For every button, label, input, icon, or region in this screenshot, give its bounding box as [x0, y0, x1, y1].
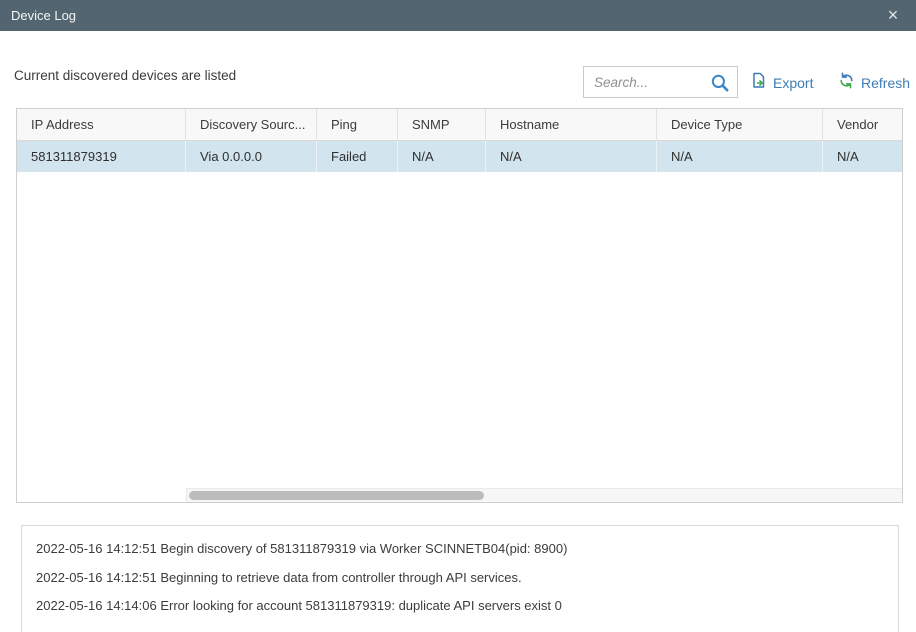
column-header-snmp[interactable]: SNMP — [398, 109, 486, 140]
cell-ping: Failed — [317, 141, 398, 172]
horizontal-scrollbar[interactable] — [186, 488, 902, 502]
table-row[interactable]: 581311879319 Via 0.0.0.0 Failed N/A N/A … — [17, 141, 902, 172]
refresh-button[interactable]: Refresh — [838, 72, 910, 94]
log-line: 2022-05-16 14:12:51 Begin discovery of 5… — [36, 541, 568, 556]
search-icon[interactable] — [710, 73, 730, 93]
refresh-label: Refresh — [861, 75, 911, 91]
column-header-vendor[interactable]: Vendor — [823, 109, 902, 140]
refresh-icon — [838, 72, 855, 94]
export-icon — [751, 72, 767, 94]
table-header-row: IP Address Discovery Sourc... Ping SNMP … — [17, 109, 902, 141]
export-label: Export — [773, 75, 814, 91]
device-log-dialog: Device Log × Current discovered devices … — [0, 0, 916, 632]
subtitle-text: Current discovered devices are listed — [14, 68, 237, 83]
log-line: 2022-05-16 14:12:51 Beginning to retriev… — [36, 569, 522, 585]
column-header-hostname[interactable]: Hostname — [486, 109, 657, 140]
cell-discovery-source: Via 0.0.0.0 — [186, 141, 317, 172]
column-header-device-type[interactable]: Device Type — [657, 109, 823, 140]
export-button[interactable]: Export — [751, 72, 813, 94]
close-icon[interactable]: × — [883, 0, 903, 31]
cell-snmp: N/A — [398, 141, 486, 172]
cell-vendor: N/A — [837, 149, 859, 164]
device-table: IP Address Discovery Sourc... Ping SNMP … — [16, 108, 903, 503]
log-line: 2022-05-16 14:14:06 Error looking for ac… — [36, 598, 562, 613]
dialog-title: Device Log — [11, 8, 77, 23]
column-header-ping[interactable]: Ping — [317, 109, 398, 140]
search-input[interactable] — [584, 67, 716, 97]
column-header-discovery-source[interactable]: Discovery Sourc... — [186, 109, 317, 140]
cell-ip-address: 581311879319 — [17, 141, 186, 172]
discovery-log-panel: 2022-05-16 14:12:51 Begin discovery of 5… — [21, 525, 899, 632]
column-header-ip-address[interactable]: IP Address — [17, 109, 186, 140]
scrollbar-thumb[interactable] — [189, 491, 484, 500]
title-bar: Device Log × — [0, 0, 916, 31]
search-box — [583, 66, 738, 98]
cell-hostname: N/A — [486, 141, 657, 172]
cell-device-type: N/A — [657, 141, 823, 172]
